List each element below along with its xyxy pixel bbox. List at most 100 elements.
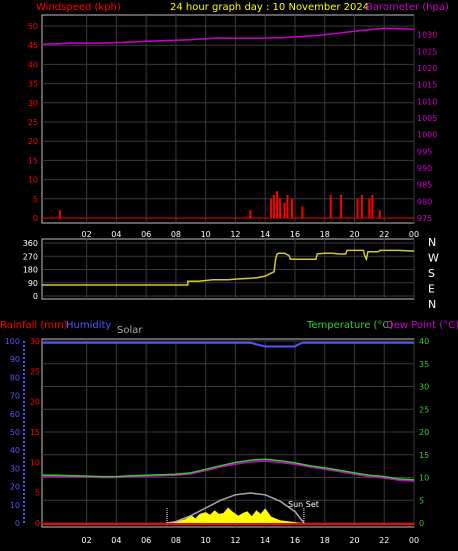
compass-label: W (428, 252, 439, 265)
sunset-label: Sun Set (288, 500, 319, 509)
temp-y-tick: 5 (419, 496, 424, 505)
direction-y-tick: 360 (23, 239, 38, 248)
rain-y-tick: 0 (35, 519, 40, 528)
x-tick-label: 04 (111, 536, 121, 545)
compass-label: N (428, 298, 436, 311)
x-tick-label: 02 (82, 230, 92, 239)
wind-y-tick: 40 (28, 60, 38, 69)
temperature-line (42, 458, 415, 481)
x-tick-label: 12 (230, 230, 240, 239)
x-tick-label: 18 (320, 230, 330, 239)
baro-y-tick: 1020 (417, 64, 437, 73)
x-tick-label: 12 (230, 536, 240, 545)
x-tick-label: 14 (260, 536, 270, 545)
baro-y-tick: 990 (417, 164, 432, 173)
wind-panel-grid: 02 04 06 08 10 12 14 16 18 20 22 000510152025303540… (28, 15, 437, 239)
solar-axis-title: Solar (117, 325, 143, 336)
wind-panel-marks (41, 27, 415, 219)
x-tick-label: 22 (379, 536, 389, 545)
humidity-y-tick: 60 (10, 410, 20, 419)
baro-axis-title: Barometer (hpa) (366, 2, 449, 13)
humidity-y-tick: 10 (10, 501, 20, 510)
direction-y-tick: 270 (23, 252, 38, 261)
wind-y-tick: 0 (33, 214, 38, 223)
temp-y-tick: 0 (419, 519, 424, 528)
temp-y-tick: 40 (419, 337, 429, 346)
baro-y-tick: 1030 (417, 31, 437, 40)
baro-y-tick: 975 (417, 214, 432, 223)
wind-panel-frame (41, 14, 415, 224)
wind-y-tick: 20 (28, 137, 38, 146)
x-tick-label: 04 (111, 230, 121, 239)
x-tick-label: 18 (320, 536, 330, 545)
wind-y-tick: 10 (28, 176, 38, 185)
temp-y-tick: 35 (419, 360, 429, 369)
graph-title: 24 hour graph day : 10 November 2024 (170, 2, 369, 13)
compass-label: S (428, 267, 435, 280)
x-tick-label: 08 (171, 536, 181, 545)
x-tick-label: 22 (379, 230, 389, 239)
x-tick-label: 08 (171, 230, 181, 239)
direction-y-tick: 90 (28, 279, 38, 288)
x-tick-label: 00 (409, 230, 419, 239)
wind-y-tick: 15 (28, 156, 38, 165)
x-tick-label: 10 (201, 230, 211, 239)
humidity-y-tick: 50 (10, 428, 20, 437)
weather-24h-graph: Windspeed (kph) 24 hour graph day : 10 N… (0, 2, 458, 545)
wind-axis-title: Windspeed (kph) (36, 2, 121, 13)
x-tick-label: 06 (141, 536, 151, 545)
baro-y-tick: 995 (417, 147, 432, 156)
direction-y-tick: 180 (23, 266, 38, 275)
rain-y-tick: 20 (30, 398, 40, 407)
direction-panel-marks (42, 249, 415, 286)
rain-y-tick: 5 (35, 489, 40, 498)
baro-y-tick: 980 (417, 197, 432, 206)
barometer-line (41, 27, 415, 46)
humidity-axis-title: Humidity (66, 320, 111, 331)
wind-y-tick: 5 (33, 195, 38, 204)
temperature-axis-title: Temperature (°C) (306, 320, 393, 331)
rain-axis-title: Rainfall (mm) (0, 320, 68, 331)
humidity-line (42, 341, 414, 348)
wind-y-tick: 25 (28, 118, 38, 127)
humidity-y-tick: 90 (10, 355, 20, 364)
wind-direction-line (42, 249, 415, 286)
rain-y-tick: 10 (30, 458, 40, 467)
rain-y-tick: 15 (30, 428, 40, 437)
x-tick-label: 02 (82, 536, 92, 545)
compass-label: N (428, 236, 436, 249)
temp-y-tick: 20 (419, 428, 429, 437)
temp-y-tick: 10 (419, 474, 429, 483)
x-tick-label: 14 (260, 230, 270, 239)
x-tick-label: 16 (290, 536, 300, 545)
baro-y-tick: 985 (417, 181, 432, 190)
wind-y-tick: 35 (28, 80, 38, 89)
baro-y-tick: 1015 (417, 81, 437, 90)
x-tick-label: 00 (409, 536, 419, 545)
temp-y-tick: 25 (419, 405, 429, 414)
compass-label: E (428, 283, 435, 296)
x-tick-label: 20 (349, 230, 359, 239)
climate-panel-marks (42, 341, 415, 525)
baro-y-tick: 1010 (417, 97, 437, 106)
humidity-y-tick: 100 (5, 337, 20, 346)
wind-y-tick: 50 (28, 22, 38, 31)
rain-y-tick: 30 (30, 337, 40, 346)
x-tick-label: 16 (290, 230, 300, 239)
humidity-y-tick: 70 (10, 392, 20, 401)
humidity-y-tick: 80 (10, 373, 20, 382)
humidity-y-tick: 20 (10, 483, 20, 492)
rain-y-tick: 25 (30, 367, 40, 376)
x-tick-label: 06 (141, 230, 151, 239)
dewpoint-axis-title: Dew Point (°C) (386, 320, 458, 331)
humidity-y-tick: 0 (15, 519, 20, 528)
baro-y-tick: 1025 (417, 47, 437, 56)
humidity-y-tick: 30 (10, 464, 20, 473)
wind-y-tick: 45 (28, 41, 38, 50)
direction-y-tick: 0 (33, 292, 38, 301)
direction-panel-grid: 090180270360 NWSEN (23, 236, 439, 311)
temp-y-tick: 15 (419, 451, 429, 460)
humidity-y-tick: 40 (10, 446, 20, 455)
x-tick-label: 10 (201, 536, 211, 545)
baro-y-tick: 1005 (417, 114, 437, 123)
